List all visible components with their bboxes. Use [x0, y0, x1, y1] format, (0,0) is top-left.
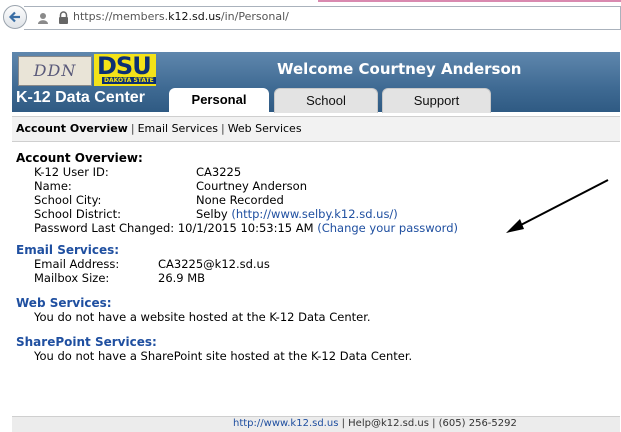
site-header: DDN DSU DAKOTA STATE Welcome Courtney An…: [12, 52, 620, 113]
info-row: Password Last Changed: 10/1/2015 10:53:1…: [16, 221, 606, 235]
user-id-value: CA3225: [196, 165, 242, 179]
brand-label: K-12 Data Center: [16, 89, 145, 106]
email-address-value: CA3225@k12.sd.us: [158, 257, 270, 271]
email-services-heading: Email Services:: [16, 243, 120, 257]
mailbox-size-value: 26.9 MB: [158, 271, 206, 285]
site-identity-icon[interactable]: [36, 11, 50, 28]
url-prefix: https://members.: [73, 10, 169, 23]
subnav-email-services[interactable]: Email Services: [138, 122, 218, 135]
info-row: Mailbox Size: 26.9 MB: [16, 271, 606, 285]
address-bar[interactable]: https://members.k12.sd.us/in/Personal/: [24, 6, 621, 30]
main-content: Account Overview: K-12 User ID: CA3225 N…: [16, 149, 606, 363]
web-services-note: You do not have a website hosted at the …: [34, 310, 371, 324]
name-label: Name:: [34, 179, 72, 193]
footer-website-link[interactable]: http://www.k12.sd.us: [233, 418, 338, 429]
dsu-logo-text: DSU: [97, 52, 152, 80]
subnav-account-overview[interactable]: Account Overview: [12, 122, 128, 135]
sharepoint-services-heading: SharePoint Services:: [16, 335, 157, 349]
info-row: School City: None Recorded: [16, 193, 606, 207]
url-path: /in/Personal/: [220, 10, 289, 23]
tab-personal[interactable]: Personal: [169, 88, 269, 112]
email-address-label: Email Address:: [34, 257, 120, 271]
url-text[interactable]: https://members.k12.sd.us/in/Personal/: [73, 10, 289, 23]
dsu-logo: DSU DAKOTA STATE: [94, 52, 156, 86]
url-domain: k12.sd.us: [168, 10, 221, 23]
school-district-value: Selby: [196, 207, 228, 221]
name-value: Courtney Anderson: [196, 179, 307, 193]
tab-strip-accent: [318, 0, 621, 2]
web-services-heading: Web Services:: [16, 296, 112, 310]
district-website-link[interactable]: (http://www.selby.k12.sd.us/): [231, 207, 397, 221]
sharepoint-services-note: You do not have a SharePoint site hosted…: [34, 349, 413, 363]
footer-text: http://www.k12.sd.us | Help@k12.sd.us | …: [233, 417, 517, 431]
password-changed-value: 10/1/2015 10:53:15 AM: [177, 221, 314, 235]
tab-support[interactable]: Support: [382, 88, 491, 113]
ddn-logo: DDN: [18, 56, 92, 86]
change-password-link[interactable]: (Change your password): [317, 221, 458, 235]
mailbox-size-label: Mailbox Size:: [34, 271, 110, 285]
lock-icon: [58, 11, 69, 27]
user-id-label: K-12 User ID:: [34, 165, 109, 179]
back-button[interactable]: [3, 5, 27, 29]
footer: http://www.k12.sd.us | Help@k12.sd.us | …: [12, 416, 620, 432]
sub-navigation: Account Overview | Email Services | Web Serv…: [12, 116, 620, 142]
back-arrow-icon: [8, 11, 20, 23]
school-district-label: School District:: [34, 207, 122, 221]
footer-contact: | Help@k12.sd.us | (605) 256-5292: [338, 418, 517, 429]
dsu-logo-subtext: DAKOTA STATE: [102, 77, 156, 84]
account-overview-heading: Account Overview:: [16, 151, 143, 165]
info-row: Email Address: CA3225@k12.sd.us: [16, 257, 606, 271]
info-row: K-12 User ID: CA3225: [16, 165, 606, 179]
school-city-value: None Recorded: [196, 193, 284, 207]
info-row: School District: Selby (http://www.selby…: [16, 207, 606, 221]
browser-chrome: https://members.k12.sd.us/in/Personal/: [0, 0, 621, 40]
info-row: Name: Courtney Anderson: [16, 179, 606, 193]
school-city-label: School City:: [34, 193, 102, 207]
subnav-separator: |: [130, 122, 135, 135]
subnav-web-services[interactable]: Web Services: [228, 122, 302, 135]
tab-school[interactable]: School: [274, 88, 378, 113]
welcome-title: Welcome Courtney Anderson: [277, 60, 522, 78]
password-changed-label: Password Last Changed:: [34, 221, 175, 235]
subnav-separator: |: [220, 122, 225, 135]
